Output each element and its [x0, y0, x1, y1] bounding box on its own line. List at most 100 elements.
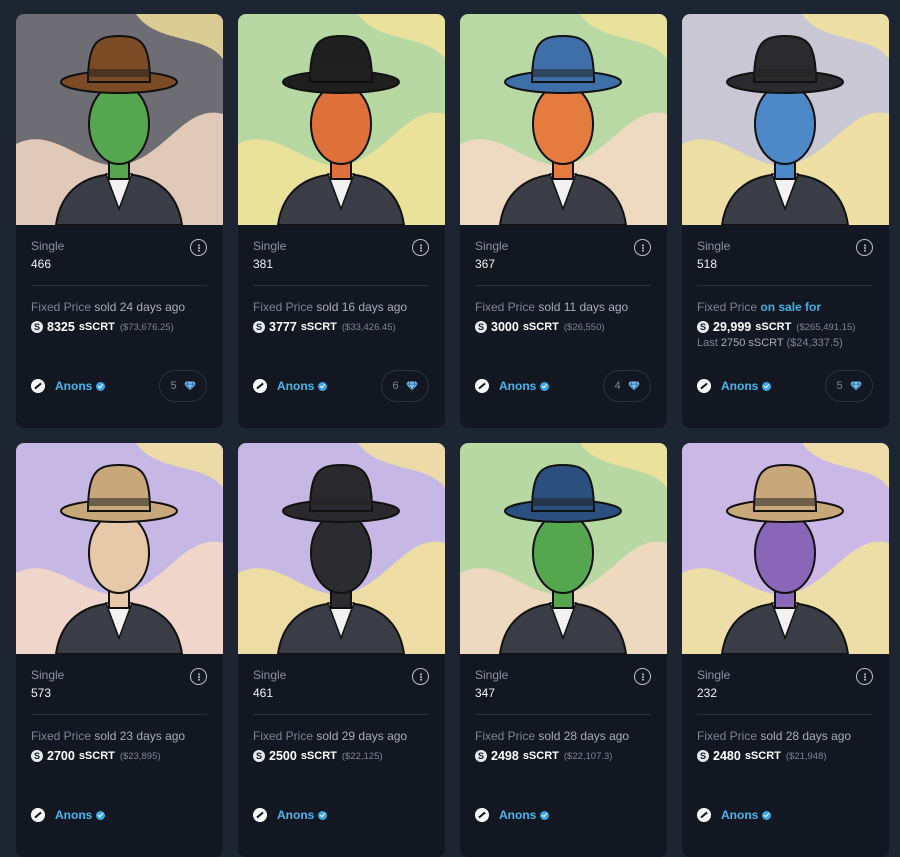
nft-portrait — [238, 443, 445, 654]
nft-portrait — [460, 443, 667, 654]
card-footer: Anons — [31, 799, 207, 831]
favorite-button[interactable]: 6 — [381, 370, 429, 402]
nft-portrait — [460, 14, 667, 225]
more-options-button[interactable] — [190, 668, 207, 685]
card-footer: Anons 5 — [697, 370, 873, 402]
price-row: S 29,999 sSCRT ($265,491.15) — [697, 320, 873, 334]
price-unit: sSCRT — [78, 321, 115, 333]
nft-artwork[interactable] — [238, 443, 445, 654]
favorite-button[interactable]: 4 — [603, 370, 651, 402]
price-unit: sSCRT — [300, 321, 337, 333]
more-options-button[interactable] — [856, 239, 873, 256]
last-sale: Last 2750 sSCRT ($24,337.5) — [697, 337, 873, 349]
more-vertical-icon — [197, 672, 200, 681]
token-number: 367 — [475, 257, 496, 271]
anons-logo-icon — [253, 808, 267, 822]
nft-card[interactable]: Single 367 Fixed Price sold 11 days ago … — [460, 14, 667, 428]
nft-card[interactable]: Single 466 Fixed Price sold 24 days ago … — [16, 14, 223, 428]
more-options-button[interactable] — [856, 668, 873, 685]
collection-link[interactable]: Anons — [499, 808, 536, 822]
favorite-count: 5 — [170, 380, 177, 392]
token-number: 232 — [697, 686, 718, 700]
card-footer: Anons 4 — [475, 370, 651, 402]
divider — [253, 714, 429, 715]
nft-card[interactable]: Single 347 Fixed Price sold 28 days ago … — [460, 443, 667, 857]
price-unit: sSCRT — [300, 750, 337, 762]
last-usd: ($24,337.5) — [786, 337, 843, 349]
status-text: sold 16 days ago — [316, 300, 408, 314]
nft-card[interactable]: Single 232 Fixed Price sold 28 days ago … — [682, 443, 889, 857]
card-info: Single 367 Fixed Price sold 11 days ago … — [460, 225, 667, 428]
sale-status: Fixed Price sold 23 days ago — [31, 729, 207, 743]
nft-artwork[interactable] — [460, 14, 667, 225]
more-vertical-icon — [419, 672, 422, 681]
anons-logo-icon — [697, 379, 711, 393]
price-amount: 3777 — [269, 320, 297, 334]
edition-label: Single — [475, 239, 509, 253]
favorite-button[interactable]: 5 — [825, 370, 873, 402]
status-text: sold 28 days ago — [538, 729, 630, 743]
card-info: Single 461 Fixed Price sold 29 days ago … — [238, 654, 445, 857]
price-type: Fixed Price — [253, 729, 314, 743]
price-amount: 29,999 — [713, 320, 752, 334]
divider — [697, 285, 873, 286]
nft-card[interactable]: Single 381 Fixed Price sold 16 days ago … — [238, 14, 445, 428]
nft-artwork[interactable] — [238, 14, 445, 225]
nft-artwork[interactable] — [682, 14, 889, 225]
token-number: 466 — [31, 257, 52, 271]
anons-logo-icon — [475, 379, 489, 393]
more-options-button[interactable] — [634, 668, 651, 685]
price-usd: ($22,125) — [341, 750, 383, 762]
more-options-button[interactable] — [412, 239, 429, 256]
collection-link[interactable]: Anons — [499, 379, 536, 393]
card-footer: Anons — [475, 799, 651, 831]
more-vertical-icon — [863, 672, 866, 681]
price-usd: ($22,107.3) — [563, 750, 613, 762]
favorite-button[interactable]: 5 — [159, 370, 207, 402]
token-number: 347 — [475, 686, 496, 700]
collection-link[interactable]: Anons — [55, 379, 92, 393]
collection-link[interactable]: Anons — [277, 379, 314, 393]
nft-card[interactable]: Single 573 Fixed Price sold 23 days ago … — [16, 443, 223, 857]
nft-card[interactable]: Single 461 Fixed Price sold 29 days ago … — [238, 443, 445, 857]
secret-coin-icon: S — [475, 750, 487, 762]
secret-coin-icon: S — [253, 750, 265, 762]
sale-status: Fixed Price sold 28 days ago — [475, 729, 651, 743]
price-type: Fixed Price — [475, 300, 536, 314]
nft-artwork[interactable] — [682, 443, 889, 654]
token-number: 518 — [697, 257, 718, 271]
collection-link[interactable]: Anons — [55, 808, 92, 822]
more-options-button[interactable] — [412, 668, 429, 685]
nft-artwork[interactable] — [16, 14, 223, 225]
sale-status: Fixed Price sold 16 days ago — [253, 300, 429, 314]
price-type: Fixed Price — [697, 729, 758, 743]
edition-label: Single — [31, 668, 65, 682]
price-amount: 2500 — [269, 749, 297, 763]
price-usd: ($21,948) — [785, 750, 827, 762]
divider — [475, 714, 651, 715]
secret-coin-icon: S — [475, 321, 487, 333]
nft-card[interactable]: Single 518 Fixed Price on sale for S 29,… — [682, 14, 889, 428]
price-usd: ($265,491.15) — [796, 321, 856, 333]
price-type: Fixed Price — [31, 729, 92, 743]
secret-coin-icon: S — [31, 321, 43, 333]
status-text: sold 23 days ago — [94, 729, 186, 743]
nft-artwork[interactable] — [16, 443, 223, 654]
more-vertical-icon — [863, 243, 866, 252]
status-text: sold 11 days ago — [538, 300, 629, 314]
price-type: Fixed Price — [697, 300, 758, 314]
verified-badge-icon — [540, 810, 550, 820]
edition-label: Single — [31, 239, 65, 253]
collection-link[interactable]: Anons — [721, 379, 758, 393]
more-options-button[interactable] — [634, 239, 651, 256]
favorite-count: 4 — [614, 380, 621, 392]
price-type: Fixed Price — [253, 300, 314, 314]
more-vertical-icon — [197, 243, 200, 252]
collection-link[interactable]: Anons — [721, 808, 758, 822]
nft-artwork[interactable] — [460, 443, 667, 654]
status-text: sold 24 days ago — [94, 300, 186, 314]
edition-label: Single — [475, 668, 509, 682]
verified-badge-icon — [540, 381, 550, 391]
more-options-button[interactable] — [190, 239, 207, 256]
collection-link[interactable]: Anons — [277, 808, 314, 822]
